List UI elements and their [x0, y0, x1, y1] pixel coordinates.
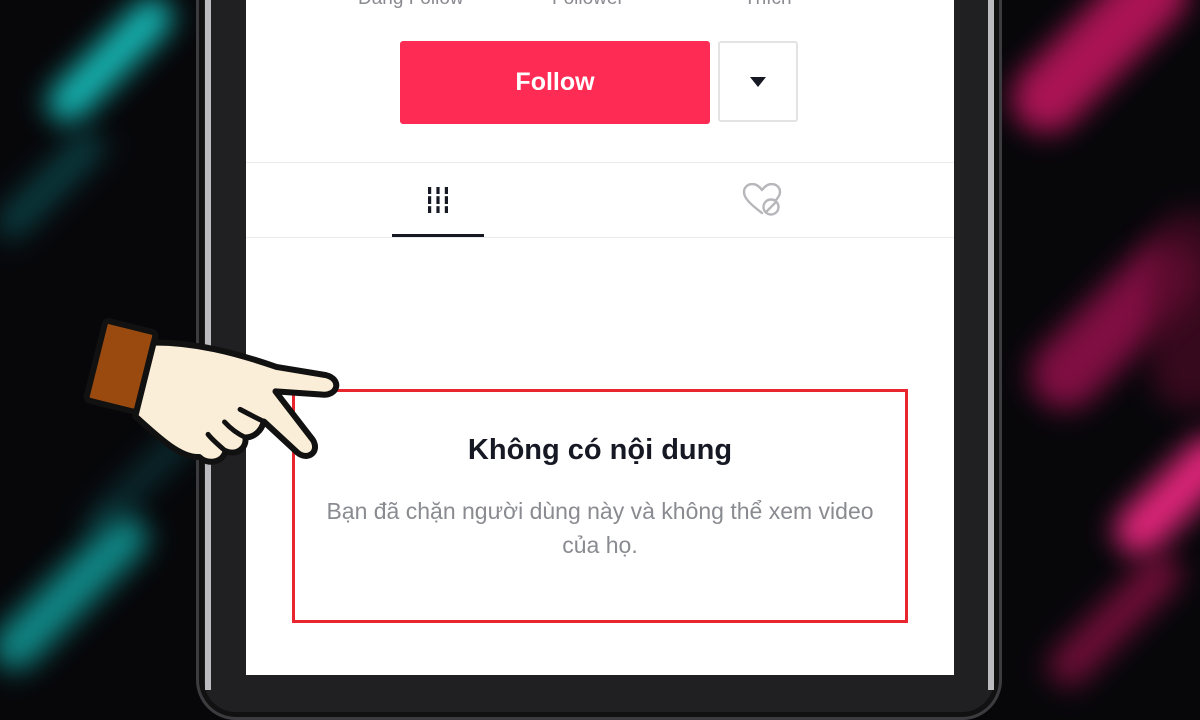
- tab-videos[interactable]: [392, 163, 484, 237]
- profile-screen: Đang Follow Follower Thích Follow Không …: [246, 0, 954, 675]
- phone-edge: [988, 0, 994, 690]
- empty-state-title: Không có nội dung: [467, 434, 733, 466]
- background-streak: [997, 0, 1200, 148]
- followers-label: Follower: [552, 0, 624, 10]
- background-streak: [1040, 545, 1190, 695]
- pointing-hand-icon: [83, 318, 340, 465]
- background-streak: [39, 0, 181, 131]
- background-streak: [0, 124, 111, 246]
- divider: [246, 237, 954, 238]
- grid-columns-icon: [423, 187, 453, 213]
- background-streak: [0, 505, 157, 680]
- empty-state-description: Bạn đã chặn người dùng này và không thể …: [326, 498, 874, 558]
- background-streak: [1150, 210, 1200, 410]
- hidden-heart-icon: [742, 183, 782, 216]
- divider: [246, 162, 954, 163]
- background-streak: [1104, 424, 1200, 566]
- more-options-button[interactable]: [718, 41, 798, 122]
- follow-button[interactable]: Follow: [400, 41, 710, 124]
- caret-down-icon: [750, 76, 766, 87]
- tab-liked[interactable]: [716, 163, 808, 237]
- likes-label: Thích: [744, 0, 792, 10]
- following-label: Đang Follow: [358, 0, 464, 10]
